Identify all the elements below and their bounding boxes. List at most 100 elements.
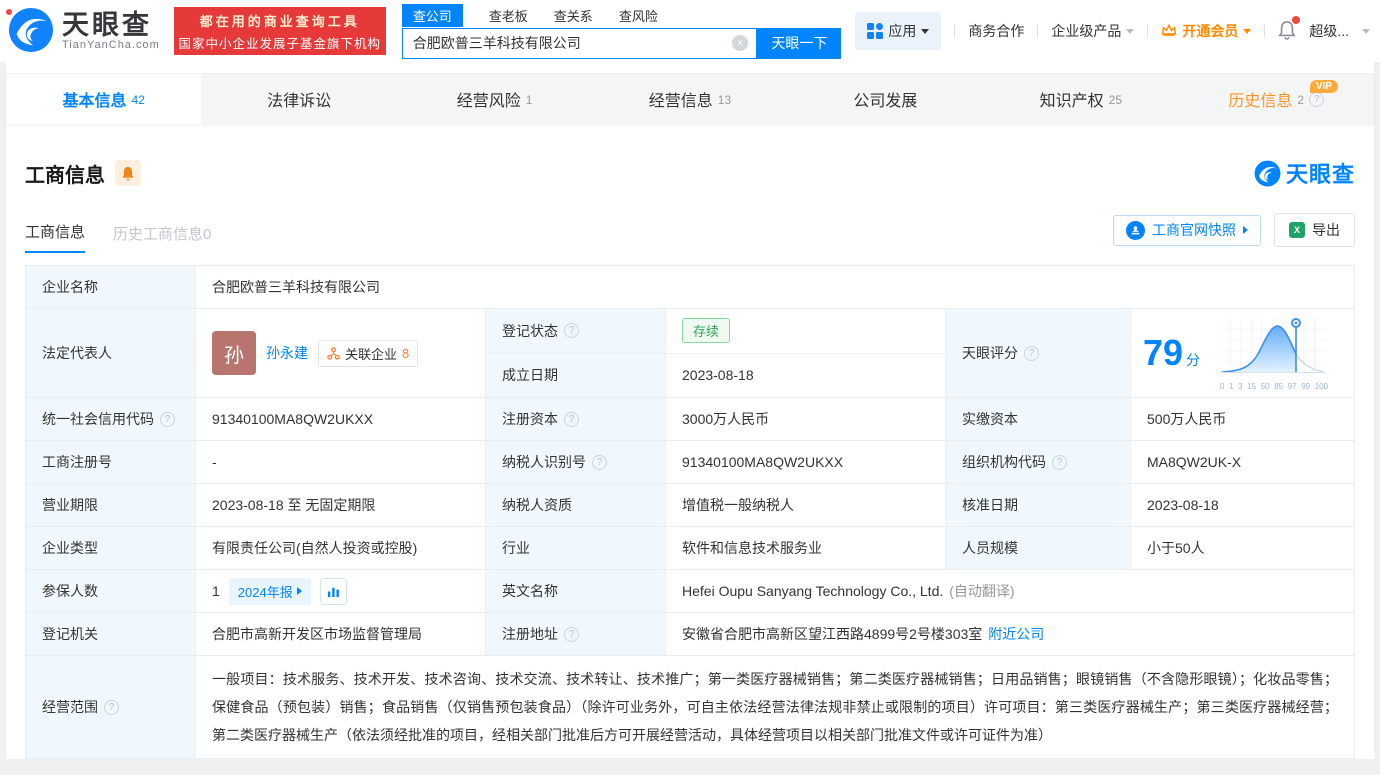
tab-company-development[interactable]: 公司发展 xyxy=(788,74,983,124)
paid-capital-label: 实缴资本 xyxy=(946,398,1131,440)
menu-enterprise-products[interactable]: 企业级产品 xyxy=(1051,21,1134,41)
score-axis-labels: 0131550859799100 xyxy=(1220,382,1328,391)
monitor-bell-button[interactable] xyxy=(115,160,141,186)
staff-size-value: 小于50人 xyxy=(1131,527,1354,569)
nearby-companies-link[interactable]: 附近公司 xyxy=(988,624,1044,644)
taxpayer-id-label: 纳税人识别号 xyxy=(502,452,586,472)
search-tab-risk[interactable]: 查风险 xyxy=(619,6,658,25)
reg-capital-label: 注册资本 xyxy=(502,409,558,429)
tab-operating-risk-label: 经营风险 xyxy=(457,87,521,111)
establish-date-label: 成立日期 xyxy=(486,354,666,398)
status-badge: 存续 xyxy=(682,318,730,343)
tianyancha-logo[interactable]: 天眼查 TianYanCha.com xyxy=(8,7,160,56)
score-value: 79分 xyxy=(1143,332,1200,374)
top-menu: 应用 商务合作 企业级产品 开通会员 超级... xyxy=(855,12,1370,50)
business-registration-section: 工商信息 天眼查 工商信息 历史工商信息0 工商官网快照 xyxy=(6,157,1374,759)
export-button[interactable]: 导出 xyxy=(1274,213,1355,247)
subtab-history-registration[interactable]: 历史工商信息0 xyxy=(113,223,211,253)
help-icon[interactable] xyxy=(592,455,607,470)
tab-operating-risk[interactable]: 经营风险 1 xyxy=(397,74,592,124)
score-cell-label: 天眼评分 xyxy=(946,309,1131,397)
help-icon[interactable] xyxy=(564,412,579,427)
menu-business-coop[interactable]: 商务合作 xyxy=(968,21,1024,41)
taxpayer-id-value: 91340100MA8QW2UKXX xyxy=(666,441,946,483)
reg-authority-label: 登记机关 xyxy=(26,613,196,655)
search-tabs: 查公司 查老板 查关系 查风险 xyxy=(402,4,842,28)
english-name-label: 英文名称 xyxy=(486,570,666,612)
company-nav-tabs: 基本信息 42 法律诉讼 经营风险 1 经营信息 13 公司发展 知识产权 25… xyxy=(6,73,1374,124)
table-row-company-type: 企业类型 有限责任公司(自然人投资或控股) 行业 软件和信息技术服务业 人员规模… xyxy=(26,527,1354,570)
reg-number-value: - xyxy=(196,441,486,483)
help-icon[interactable] xyxy=(564,323,579,338)
org-code-label: 组织机构代码 xyxy=(962,452,1046,472)
search-tab-relation[interactable]: 查关系 xyxy=(554,6,593,25)
related-companies-badge[interactable]: 关联企业 8 xyxy=(318,340,418,367)
notification-dot xyxy=(1292,16,1300,24)
logo-notification-dot xyxy=(6,9,12,15)
tab-history-info[interactable]: VIP 历史信息 2 xyxy=(1179,74,1374,124)
credit-code-label: 统一社会信用代码 xyxy=(42,409,154,429)
tab-intellectual-property[interactable]: 知识产权 25 xyxy=(983,74,1178,124)
org-code-value: MA8QW2UK-X xyxy=(1131,441,1354,483)
reg-authority-value: 合肥市高新开发区市场监督管理局 xyxy=(196,613,486,655)
apps-menu[interactable]: 应用 xyxy=(855,12,941,50)
establish-date-value: 2023-08-18 xyxy=(666,354,946,398)
search-tab-company[interactable]: 查公司 xyxy=(402,4,463,27)
section-title: 工商信息 xyxy=(25,159,105,188)
help-icon[interactable] xyxy=(160,412,175,427)
industry-value: 软件和信息技术服务业 xyxy=(666,527,946,569)
menu-vip[interactable]: 开通会员 xyxy=(1161,21,1251,41)
org-network-icon xyxy=(327,347,340,360)
insured-count-label: 参保人数 xyxy=(26,570,196,612)
watermark-logo-text: 天眼查 xyxy=(1286,157,1355,189)
top-header: 天眼查 TianYanCha.com 都在用的商业查询工具 国家中小企业发展子基… xyxy=(0,0,1380,62)
official-snapshot-button[interactable]: 工商官网快照 xyxy=(1113,215,1261,246)
help-icon[interactable] xyxy=(1024,346,1039,361)
reg-capital-value: 3000万人民币 xyxy=(666,398,946,440)
table-row-reg-authority: 登记机关 合肥市高新开发区市场监督管理局 注册地址 安徽省合肥市高新区望江西路4… xyxy=(26,613,1354,656)
help-icon[interactable] xyxy=(104,700,119,715)
taxpayer-quality-label: 纳税人资质 xyxy=(486,484,666,526)
score-unit: 分 xyxy=(1186,350,1200,370)
reg-address-label: 注册地址 xyxy=(502,624,558,644)
search-input[interactable] xyxy=(413,35,733,51)
help-icon[interactable] xyxy=(1052,455,1067,470)
legal-rep-avatar[interactable]: 孙 xyxy=(212,331,256,375)
insured-trend-chart-button[interactable] xyxy=(320,578,347,605)
tab-count: 25 xyxy=(1109,93,1122,107)
menu-super-vip[interactable]: 超级... xyxy=(1309,21,1349,41)
search-button[interactable]: 天眼一下 xyxy=(757,28,841,59)
divider xyxy=(1037,24,1038,38)
reg-number-label: 工商注册号 xyxy=(26,441,196,483)
legal-rep-name-link[interactable]: 孙永建 xyxy=(266,343,308,363)
tab-legal-proceedings[interactable]: 法律诉讼 xyxy=(201,74,396,124)
table-row-credit-code: 统一社会信用代码 91340100MA8QW2UKXX 注册资本 3000万人民… xyxy=(26,398,1354,441)
menu-super-vip-label: 超级... xyxy=(1309,21,1349,41)
reg-status-cell: 登记状态 xyxy=(486,309,666,353)
clear-icon[interactable] xyxy=(732,35,748,51)
promo-banner: 都在用的商业查询工具 国家中小企业发展子基金旗下机构 xyxy=(174,7,386,55)
tab-count: 2 xyxy=(1297,93,1304,107)
tab-business-info[interactable]: 经营信息 13 xyxy=(592,74,787,124)
chevron-down-icon xyxy=(1126,29,1134,34)
tab-count: 1 xyxy=(526,93,533,107)
table-row-business-scope: 经营范围 一般项目：技术服务、技术开发、技术咨询、技术交流、技术转让、技术推广；… xyxy=(26,656,1354,758)
excel-icon xyxy=(1289,222,1305,238)
business-scope-label: 经营范围 xyxy=(42,697,98,717)
subtab-current-registration[interactable]: 工商信息 xyxy=(25,221,85,253)
notification-bell[interactable] xyxy=(1278,20,1296,43)
business-scope-value: 一般项目：技术服务、技术开发、技术咨询、技术交流、技术转让、技术推广；第一类医疗… xyxy=(196,656,1354,758)
crown-icon xyxy=(1161,23,1177,40)
tab-basic-info[interactable]: 基本信息 42 xyxy=(6,74,201,124)
help-icon[interactable] xyxy=(564,627,579,642)
promo-line2: 国家中小企业发展子基金旗下机构 xyxy=(179,33,382,52)
tianyancha-logo-icon xyxy=(8,7,54,56)
tab-intellectual-property-label: 知识产权 xyxy=(1040,87,1104,111)
table-row-insured-count: 参保人数 1 2024年报 英文名称 Hefei Oupu Sanyang Te… xyxy=(26,570,1354,613)
official-snapshot-label: 工商官网快照 xyxy=(1152,220,1236,240)
search-tab-boss[interactable]: 查老板 xyxy=(489,6,528,25)
divider xyxy=(1264,24,1265,38)
annual-report-badge[interactable]: 2024年报 xyxy=(229,578,311,605)
help-icon[interactable] xyxy=(1309,92,1324,107)
tab-history-info-label: 历史信息 xyxy=(1228,87,1292,111)
